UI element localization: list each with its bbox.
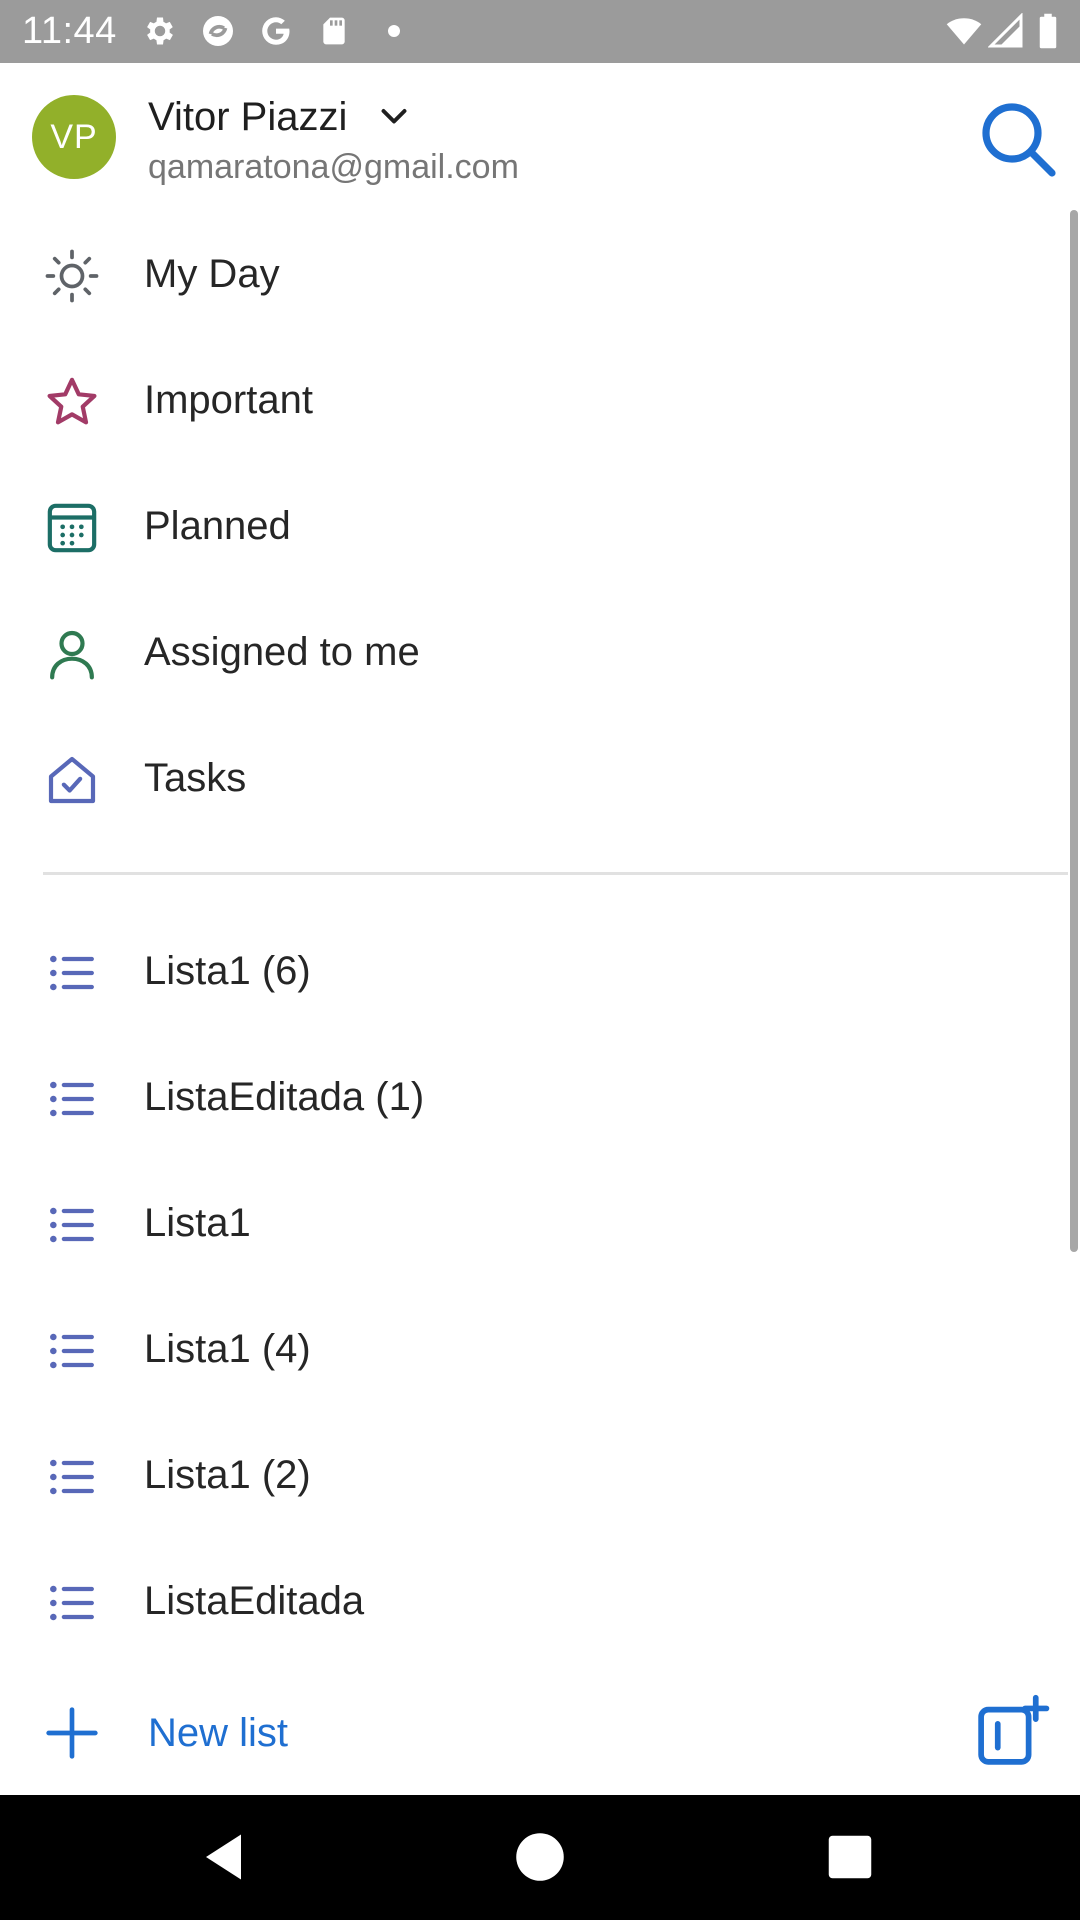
avatar[interactable]: VP xyxy=(32,95,116,179)
sidebar-item-assigned-to-me[interactable]: Assigned to me xyxy=(0,587,1068,713)
dot-icon xyxy=(388,25,400,37)
list-item[interactable]: ListaEditada (1) xyxy=(0,1032,1068,1158)
search-icon[interactable] xyxy=(978,99,1058,179)
settings-icon xyxy=(147,17,173,45)
list-item[interactable]: Lista1 (2) xyxy=(0,1410,1068,1536)
new-list-label: New list xyxy=(148,1711,289,1755)
new-list-bar: New list xyxy=(0,1669,1080,1795)
list-item[interactable]: ListaEditada xyxy=(0,1536,1068,1662)
sidebar-item-important[interactable]: Important xyxy=(0,335,1068,461)
list-icon xyxy=(50,1207,94,1243)
wifi-icon xyxy=(946,18,982,45)
sidebar-item-my-day[interactable]: My Day xyxy=(0,209,1068,335)
person-icon xyxy=(50,630,94,680)
sidebar-item-label: Tasks xyxy=(144,756,247,800)
list-icon xyxy=(50,1459,94,1495)
list-item-label: Lista1 xyxy=(144,1201,251,1245)
sd-card-icon xyxy=(323,17,345,45)
home-check-icon xyxy=(48,756,96,804)
sidebar-item-label: My Day xyxy=(144,252,280,296)
list-icon xyxy=(50,1081,94,1117)
list-item-label: Lista1 (4) xyxy=(144,1327,311,1371)
android-nav-bar xyxy=(0,1795,1080,1920)
list-item-label: ListaEditada (1) xyxy=(144,1075,425,1119)
recents-icon[interactable] xyxy=(820,1827,880,1887)
battery-icon xyxy=(1039,13,1057,49)
sidebar-item-label: Planned xyxy=(144,504,291,548)
list-item-label: Lista1 (2) xyxy=(144,1453,311,1497)
plus-icon xyxy=(46,1707,98,1759)
new-group-icon[interactable] xyxy=(974,1693,1050,1769)
calendar-icon xyxy=(47,503,97,553)
account-header: VP Vitor Piazzi qamaratona@gmail.com xyxy=(0,63,1080,203)
status-bar: 11:44 xyxy=(0,0,1080,63)
list-item-label: Lista1 (6) xyxy=(144,949,311,993)
status-time: 11:44 xyxy=(22,10,117,52)
back-icon[interactable] xyxy=(196,1827,256,1887)
home-icon[interactable] xyxy=(510,1827,570,1887)
signal-icon xyxy=(988,13,1023,48)
list-icon xyxy=(50,1585,94,1621)
list-icon xyxy=(50,955,94,991)
sidebar-item-tasks[interactable]: Tasks xyxy=(0,713,1068,839)
new-list-button[interactable]: New list xyxy=(0,1669,900,1795)
sidebar-item-label: Important xyxy=(144,378,313,422)
list-item[interactable]: Lista1 xyxy=(0,1158,1068,1284)
list-item[interactable]: Lista1 (4) xyxy=(0,1284,1068,1410)
account-email: qamaratona@gmail.com xyxy=(148,148,519,186)
star-icon xyxy=(47,377,97,425)
google-icon xyxy=(262,17,290,45)
sidebar-item-planned[interactable]: Planned xyxy=(0,461,1068,587)
list-item[interactable]: Lista1 (6) xyxy=(0,906,1068,1032)
divider xyxy=(43,872,1068,875)
chevron-down-icon[interactable] xyxy=(376,99,412,135)
sun-icon xyxy=(45,249,99,303)
scrollbar[interactable] xyxy=(1070,210,1078,1252)
list-item-label: ListaEditada xyxy=(144,1579,365,1623)
list-icon xyxy=(50,1333,94,1369)
account-name[interactable]: Vitor Piazzi xyxy=(148,93,347,141)
sidebar-item-label: Assigned to me xyxy=(144,630,420,674)
sync-icon xyxy=(203,16,233,46)
